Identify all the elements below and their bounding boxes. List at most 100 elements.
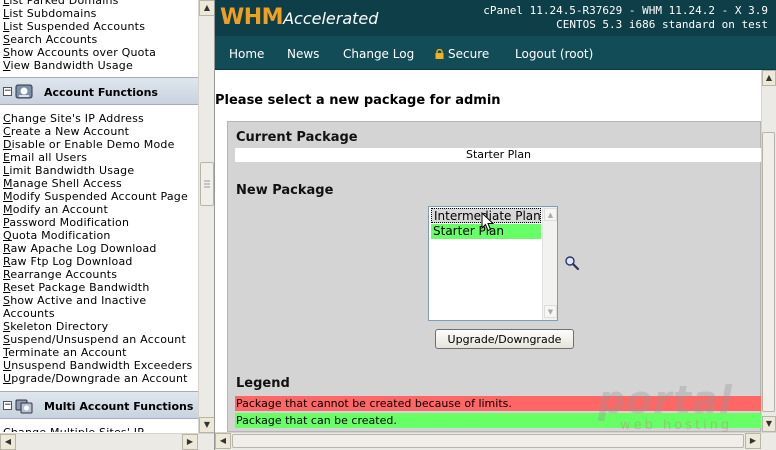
server-info-line: CENTOS 5.3 i686 standard on test <box>556 18 768 31</box>
nav-news[interactable]: News <box>287 47 319 61</box>
sidebar-link[interactable]: Show Accounts over Quota <box>3 46 156 59</box>
new-package-label: New Package <box>236 183 334 198</box>
sidebar-link-label: earrange Accounts <box>10 268 118 281</box>
left-navigation-content: List Parked Domains List Subdomains List S… <box>0 0 198 432</box>
collapse-icon[interactable]: − <box>3 87 12 96</box>
sidebar-link[interactable]: Terminate an Account <box>3 346 127 359</box>
section-header-multi-account-functions[interactable]: − Multi Account Functions <box>0 391 198 419</box>
sidebar-link[interactable]: Disable or Enable Demo Mode <box>3 138 175 151</box>
multi-account-functions-icon <box>15 399 33 414</box>
nav-logout[interactable]: Logout (root) <box>515 47 593 61</box>
sidebar-link-label: how Active and Inactive <box>10 294 147 307</box>
sidebar-link[interactable]: Upgrade/Downgrade an Account <box>3 372 188 385</box>
left-navigation-frame: List Parked Domains List Subdomains List S… <box>0 0 215 450</box>
sidebar-link-label: uota Modification <box>11 229 111 242</box>
sidebar-link[interactable]: Search Accounts <box>3 33 97 46</box>
sidebar-link-label: ist Subdomains <box>9 7 97 20</box>
left-horizontal-scrollbar[interactable]: ◀ ▶ <box>0 433 214 450</box>
list-scroll-up-icon[interactable]: ▲ <box>544 208 557 221</box>
magnifier-icon[interactable] <box>564 255 580 271</box>
sidebar-link-label: nsuspend Bandwidth Exceeders <box>11 359 193 372</box>
sidebar-link[interactable]: Change Multiple Sites' IP <box>3 426 144 432</box>
sidebar-link[interactable]: Limit Bandwidth Usage <box>3 164 134 177</box>
sidebar-link-label: hange Multiple Sites' IP <box>11 426 144 432</box>
left-vertical-scrollbar[interactable]: ▲ ▼ <box>198 0 214 433</box>
account-functions-icon <box>15 84 33 99</box>
sidebar-link[interactable]: Raw Ftp Log Download <box>3 255 133 268</box>
sidebar-link[interactable]: Modify an Account <box>3 203 108 216</box>
nav-home[interactable]: Home <box>229 47 264 61</box>
sidebar-link-label: ist Parked Domains <box>9 0 119 7</box>
sidebar-link-label: imit Bandwidth Usage <box>9 164 135 177</box>
watermark-tagline: web hosting <box>620 418 733 433</box>
sidebar-link[interactable]: Modify Suspended Account Page <box>3 190 188 203</box>
scroll-down-arrow-icon[interactable]: ▼ <box>199 417 214 433</box>
sidebar-link-initial: R <box>3 255 11 268</box>
sidebar-link[interactable]: Unsuspend Bandwidth Exceeders <box>3 359 192 372</box>
sidebar-link[interactable]: Change Site's IP Address <box>3 112 144 125</box>
mouse-pointer-icon <box>481 212 495 232</box>
scrollbar-thumb[interactable] <box>762 132 775 412</box>
sidebar-link-label: erminate an Account <box>8 346 127 359</box>
sidebar-link-label: assword Modification <box>9 216 130 229</box>
nav-change-log[interactable]: Change Log <box>343 47 414 61</box>
sidebar-link-initial: Q <box>3 229 12 242</box>
sidebar-link[interactable]: Email all Users <box>3 151 87 164</box>
page-title: Please select a new package for admin <box>215 93 501 108</box>
sidebar-link-label: uspend/Unsuspend an Account <box>10 333 186 346</box>
list-scroll-down-icon[interactable]: ▼ <box>544 305 557 318</box>
sidebar-link[interactable]: Accounts <box>3 307 55 320</box>
sidebar-link-label: keleton Directory <box>10 320 109 333</box>
collapse-icon[interactable]: − <box>3 401 12 410</box>
sidebar-link-initial: M <box>3 177 13 190</box>
sidebar-link[interactable]: Rearrange Accounts <box>3 268 117 281</box>
sidebar-link[interactable]: Suspend/Unsuspend an Account <box>3 333 186 346</box>
sidebar-link-label: pgrade/Downgrade an Account <box>11 372 188 385</box>
sidebar-link-initial: M <box>3 190 13 203</box>
scroll-up-arrow-icon[interactable]: ▲ <box>762 70 776 86</box>
section-header-account-functions[interactable]: − Account Functions <box>0 77 198 105</box>
list-scrollbar[interactable]: ▲ ▼ <box>542 207 557 320</box>
scroll-left-arrow-icon[interactable]: ◀ <box>0 434 16 450</box>
sidebar-link[interactable]: Create a New Account <box>3 125 129 138</box>
sidebar-link[interactable]: Raw Apache Log Download <box>3 242 157 255</box>
nav-secure[interactable]: Secure <box>435 47 489 61</box>
version-info: cPanel 11.24.5-R37629 - WHM 11.24.2 - X … <box>483 4 768 32</box>
scroll-left-arrow-icon[interactable]: ◀ <box>215 433 231 449</box>
sidebar-link[interactable]: Show Active and Inactive <box>3 294 146 307</box>
logo-whm-text: WHM <box>220 5 284 30</box>
sidebar-link-label: hange Site's IP Address <box>10 112 144 125</box>
sidebar-link-label: mail all Users <box>10 151 88 164</box>
sidebar-link-label: earch Accounts <box>10 33 98 46</box>
version-line: cPanel 11.24.5-R37629 - WHM 11.24.2 - X … <box>483 4 768 17</box>
sidebar-link[interactable]: Skeleton Directory <box>3 320 108 333</box>
lock-icon <box>435 49 444 59</box>
sidebar-link-initial: C <box>3 125 11 138</box>
sidebar-link-label: isable or Enable Demo Mode <box>11 138 175 151</box>
sidebar-link-initial: M <box>3 203 13 216</box>
legend-label: Legend <box>236 376 290 391</box>
sidebar-link[interactable]: View Bandwidth Usage <box>3 59 133 72</box>
sidebar-link[interactable]: Reset Package Bandwidth <box>3 281 150 294</box>
sidebar-link-label: anage Shell Access <box>12 177 122 190</box>
upgrade-downgrade-button[interactable]: Upgrade/Downgrade <box>435 329 574 349</box>
current-package-value: Starter Plan <box>235 148 761 162</box>
scroll-up-arrow-icon[interactable]: ▲ <box>199 0 214 16</box>
sidebar-link-label: aw Apache Log Download <box>10 242 157 255</box>
sidebar-link-initial: D <box>3 138 12 151</box>
sidebar-link[interactable]: List Subdomains <box>3 7 97 20</box>
watermark-brand: portal <box>598 378 733 422</box>
grip-icon <box>204 180 210 188</box>
sidebar-link[interactable]: List Suspended Accounts <box>3 20 145 33</box>
section-title: Multi Account Functions <box>44 400 194 413</box>
sidebar-link[interactable]: List Parked Domains <box>3 0 119 7</box>
sidebar-link[interactable]: Manage Shell Access <box>3 177 122 190</box>
main-vertical-scrollbar[interactable]: ▲ ▼ <box>761 70 776 432</box>
portal-watermark: portal web hosting <box>590 378 760 438</box>
scrollbar-thumb[interactable] <box>200 162 214 206</box>
sidebar-link[interactable]: Quota Modification <box>3 229 111 242</box>
scroll-down-arrow-icon[interactable]: ▼ <box>762 416 776 432</box>
sidebar-link[interactable]: Password Modification <box>3 216 129 229</box>
scroll-right-arrow-icon[interactable]: ▶ <box>182 434 198 450</box>
whm-logo: WHMAccelerated <box>220 5 378 31</box>
